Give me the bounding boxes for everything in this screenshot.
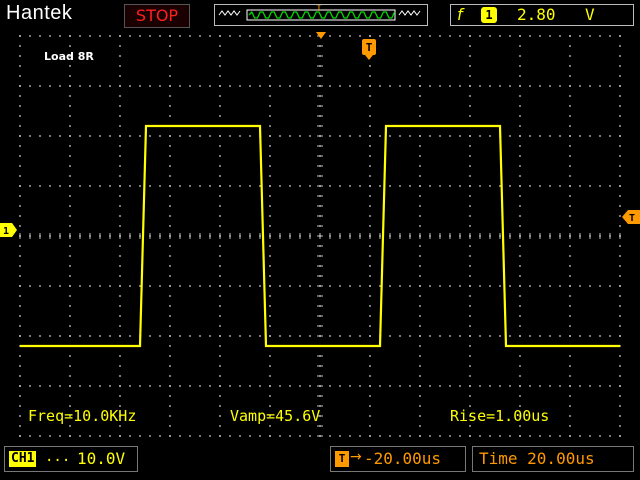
trigger-status-panel[interactable]: f 1 2.80 V (450, 4, 634, 26)
run-stop-button[interactable]: STOP (124, 4, 190, 28)
rise-time-measurement: Rise=1.00us (450, 407, 550, 425)
rising-edge-icon: f (457, 5, 463, 24)
waveform-overview-graphic: T (215, 4, 427, 25)
channel1-tag: CH1 (9, 451, 37, 467)
note-label: Load 8R (44, 50, 94, 63)
dc-coupling-icon: ... (45, 449, 71, 465)
arrow-right-icon: → (350, 449, 362, 465)
trigger-level-unit: V (585, 5, 595, 24)
channel1-volts-per-div: 10.0V (77, 449, 126, 468)
memory-overview-bar: T (214, 4, 428, 26)
amplitude-measurement: Vamp=45.6V (230, 407, 321, 425)
oscilloscope-display: T 1 T Load 8R Freq=10.0KHz Vamp=45.6V Ri… (0, 30, 640, 442)
svg-text:T: T (629, 213, 635, 224)
channel1-settings[interactable]: CH1 ... 10.0V (4, 446, 138, 472)
top-status-bar: Hantek STOP T f 1 2.80 V (0, 0, 640, 30)
svg-text:1: 1 (3, 226, 9, 237)
timebase-setting[interactable]: Time 20.00us (472, 446, 634, 472)
trigger-offset-icon: T (335, 451, 349, 467)
trigger-source-badge: 1 (481, 7, 497, 23)
svg-text:T: T (366, 41, 373, 54)
frequency-measurement: Freq=10.0KHz (28, 407, 137, 425)
timebase-value: Time 20.00us (479, 449, 595, 468)
horizontal-position[interactable]: T → -20.00us (330, 446, 466, 472)
brand-logo-text: Hantek (6, 2, 73, 24)
trigger-level-value: 2.80 (517, 5, 556, 24)
bottom-status-bar: CH1 ... 10.0V T → -20.00us Time 20.00us (0, 442, 640, 480)
svg-text:T: T (316, 5, 322, 14)
horizontal-offset-value: -20.00us (364, 449, 442, 468)
waveform-plot: T 1 T (0, 30, 640, 442)
